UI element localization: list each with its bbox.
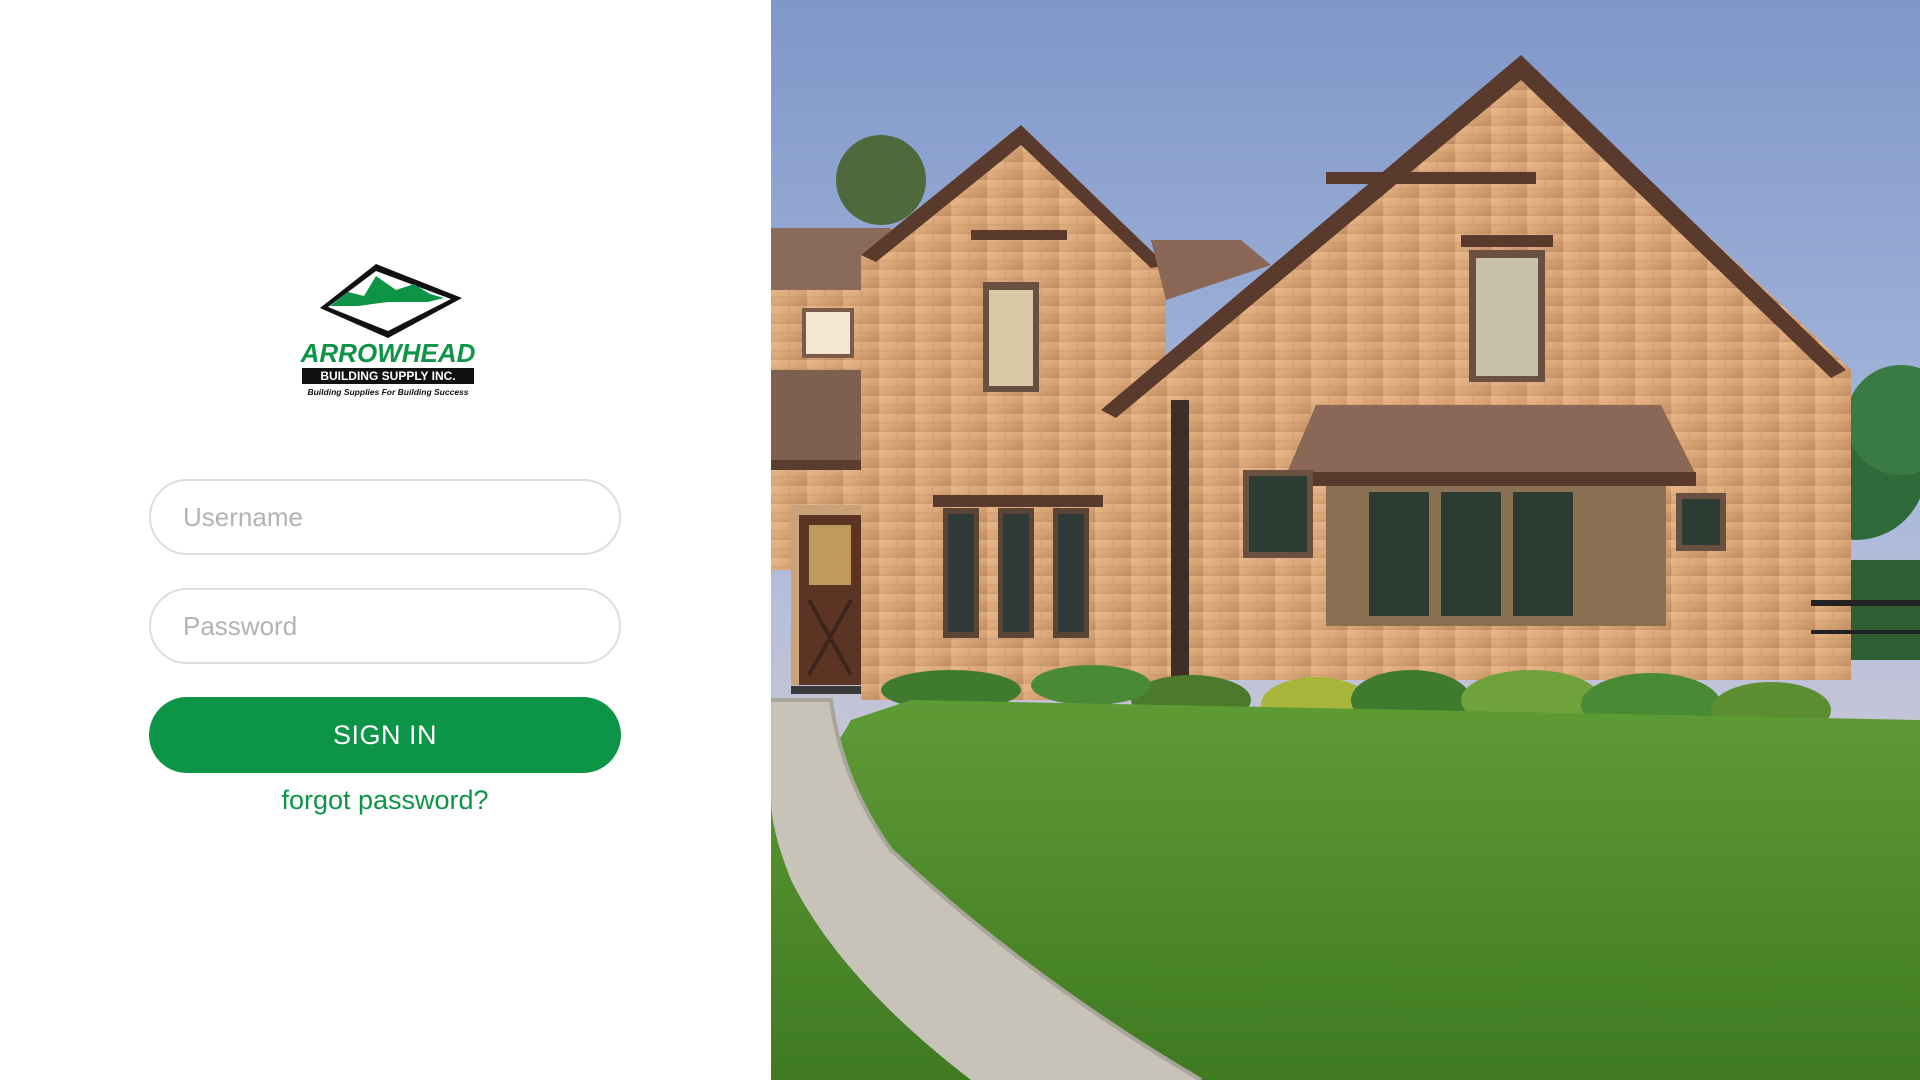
password-input[interactable] bbox=[181, 609, 589, 643]
house-photo-image bbox=[771, 0, 1920, 1080]
brand-name: ARROWHEAD bbox=[300, 338, 476, 368]
arrowhead-logo-icon bbox=[320, 264, 462, 338]
brand-tagline: Building Supplies For Building Success bbox=[307, 387, 469, 397]
house-photo bbox=[771, 0, 1920, 1080]
username-input[interactable] bbox=[181, 500, 589, 534]
username-field[interactable] bbox=[149, 479, 621, 555]
brand-subtitle: BUILDING SUPPLY INC. bbox=[302, 368, 474, 384]
arrowhead-logo: ARROWHEAD BUILDING SUPPLY INC. Building … bbox=[298, 262, 478, 402]
sign-in-button[interactable]: SIGN IN bbox=[149, 697, 621, 773]
forgot-password-link[interactable]: forgot password? bbox=[149, 780, 621, 820]
password-field[interactable] bbox=[149, 588, 621, 664]
login-panel: ARROWHEAD BUILDING SUPPLY INC. Building … bbox=[0, 0, 771, 1080]
